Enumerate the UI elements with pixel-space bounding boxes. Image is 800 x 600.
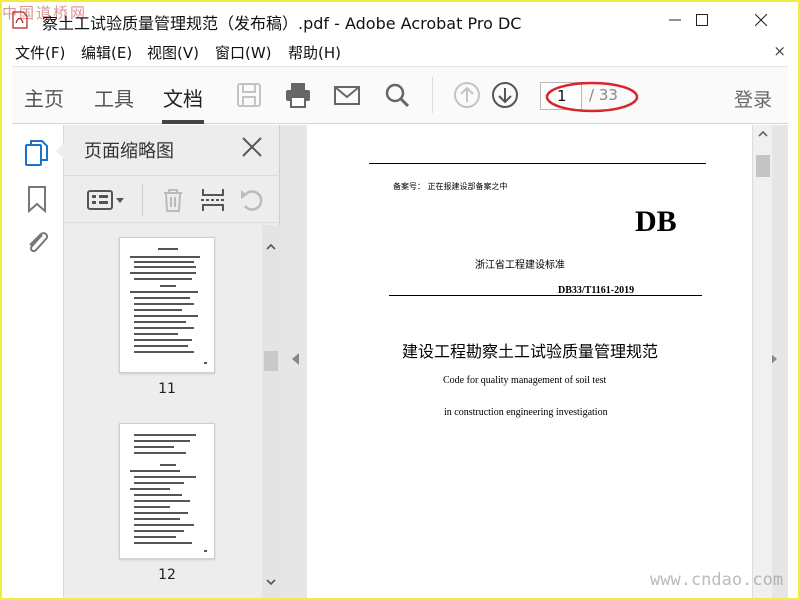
menu-help[interactable]: 帮助(H) (288, 42, 341, 63)
header-rule (369, 163, 706, 164)
document-scrollbar[interactable] (752, 125, 772, 598)
close-icon (755, 14, 767, 26)
menu-file[interactable]: 文件(F) (15, 42, 65, 63)
print-icon[interactable] (283, 80, 313, 110)
panel-toolbar (64, 175, 280, 223)
window-title: 察土工试验质量管理规范（发布稿）.pdf - Adobe Acrobat Pro… (42, 14, 522, 33)
insert-page-icon[interactable] (198, 186, 228, 214)
tab-document[interactable]: 文档 (163, 83, 203, 112)
left-rail (12, 125, 64, 598)
thumbnail-scroll-thumb[interactable] (264, 351, 278, 371)
standard-name: 浙江省工程建设标准 (475, 260, 565, 271)
page-up-icon[interactable] (452, 80, 482, 110)
thumbnails-panel: 页面缩略图 11 12 (56, 125, 280, 598)
active-tab-indicator (162, 120, 204, 124)
maximize-button[interactable] (679, 2, 725, 38)
menu-view[interactable]: 视图(V) (147, 42, 199, 63)
maximize-icon (696, 14, 708, 26)
watermark-bottom-right: www.cndao.com (650, 570, 784, 590)
panel-pointer (56, 143, 64, 159)
toolbar: 主页 工具 文档 1 / 33 登录 (12, 66, 788, 124)
thumbnail-label-11: 11 (158, 381, 176, 397)
save-icon[interactable] (234, 80, 264, 110)
thumbnail-list: 11 12 (64, 225, 262, 598)
tab-tools[interactable]: 工具 (94, 83, 134, 112)
bookmark-icon[interactable] (24, 185, 50, 213)
thumbnail-label-12: 12 (158, 567, 176, 583)
options-menu-icon[interactable] (86, 186, 126, 214)
db-logo: DB (635, 205, 677, 238)
chevron-up-icon[interactable] (757, 128, 769, 140)
attachment-icon[interactable] (24, 227, 50, 255)
email-icon[interactable] (332, 80, 362, 110)
highlight-ellipse (545, 81, 639, 113)
document-title-en-1: Code for quality management of soil test (443, 375, 607, 386)
login-link[interactable]: 登录 (734, 85, 772, 112)
collapse-panel-button[interactable] (292, 353, 299, 365)
watermark-top-left: 中国道桥网 (2, 4, 88, 22)
close-button[interactable] (738, 2, 784, 38)
acrobat-window: 察土工试验质量管理规范（发布稿）.pdf - Adobe Acrobat Pro… (2, 2, 798, 598)
panel-tool-separator (142, 184, 143, 216)
menu-edit[interactable]: 编辑(E) (81, 42, 132, 63)
document-title-cn: 建设工程勘察土工试验质量管理规范 (402, 342, 659, 361)
delete-icon[interactable] (158, 186, 188, 214)
rotate-icon[interactable] (238, 186, 268, 214)
chevron-up-icon[interactable] (265, 241, 277, 253)
thumbnail-page-11[interactable] (119, 237, 215, 373)
chevron-down-icon[interactable] (265, 576, 277, 588)
pdf-page: 备案号： 正在报建设部备案之中 DB 浙江省工程建设标准 DB33/T1161-… (307, 125, 752, 598)
title-bar: 察土工试验质量管理规范（发布稿）.pdf - Adobe Acrobat Pro… (2, 2, 798, 38)
document-scroll-thumb[interactable] (756, 155, 770, 177)
menu-window[interactable]: 窗口(W) (215, 42, 272, 63)
search-icon[interactable] (382, 80, 412, 110)
thumbnail-page-12[interactable] (119, 423, 215, 559)
document-title-en-2: in construction engineering investigatio… (444, 407, 608, 418)
close-icon[interactable] (240, 135, 264, 159)
thumbnail-scrollbar[interactable] (262, 225, 280, 598)
document-view: 备案号： 正在报建设部备案之中 DB 浙江省工程建设标准 DB33/T1161-… (280, 125, 788, 598)
page-down-icon[interactable] (490, 80, 520, 110)
tab-home[interactable]: 主页 (24, 83, 64, 112)
filing-number: 备案号： 正在报建设部备案之中 (393, 182, 508, 191)
standard-rule (389, 295, 702, 296)
menu-close-button[interactable]: × (773, 42, 786, 60)
menu-bar: 文件(F) 编辑(E) 视图(V) 窗口(W) 帮助(H) × (2, 40, 798, 64)
toolbar-separator (432, 77, 433, 113)
panel-title: 页面缩略图 (84, 141, 174, 162)
page-thumbnails-icon[interactable] (24, 139, 50, 167)
